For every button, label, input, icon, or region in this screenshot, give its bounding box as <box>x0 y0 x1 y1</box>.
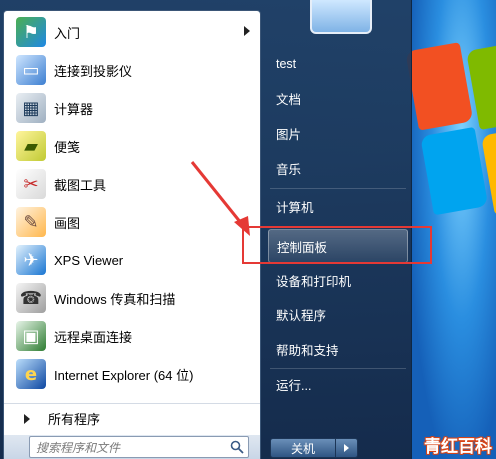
link-label: test <box>276 57 297 71</box>
search-input[interactable]: 搜索程序和文件 <box>29 436 249 458</box>
program-item-getting-started[interactable]: ⚑ 入门 <box>4 13 260 51</box>
program-item-calculator[interactable]: ▦ 计算器 <box>4 89 260 127</box>
program-label: 画图 <box>54 215 81 231</box>
getting-started-icon: ⚑ <box>16 17 46 47</box>
link-label: 默认程序 <box>276 308 327 323</box>
expand-arrow-icon <box>24 413 30 424</box>
link-label: 文档 <box>276 92 302 107</box>
link-user-folder[interactable]: test <box>268 47 408 81</box>
shutdown-label: 关机 <box>290 441 315 456</box>
program-label: 连接到投影仪 <box>54 63 133 79</box>
search-placeholder: 搜索程序和文件 <box>36 440 121 455</box>
user-picture[interactable] <box>310 0 372 34</box>
link-help-support[interactable]: 帮助和支持 <box>268 332 408 366</box>
program-label: 远程桌面连接 <box>54 329 133 345</box>
annotation-highlight-box <box>242 226 432 264</box>
link-run[interactable]: 运行... <box>268 367 408 401</box>
link-documents[interactable]: 文档 <box>268 81 408 115</box>
program-item-fax-scan[interactable]: ☎ Windows 传真和扫描 <box>4 279 260 317</box>
program-item-xps-viewer[interactable]: ✈ XPS Viewer <box>4 241 260 279</box>
program-label: 计算器 <box>54 101 94 117</box>
snipping-tool-icon: ✂ <box>16 169 46 199</box>
link-label: 计算机 <box>276 200 314 215</box>
internet-explorer-icon: e <box>16 359 46 389</box>
chevron-right-icon <box>344 444 349 452</box>
shutdown-control: 关机 <box>270 438 358 458</box>
all-programs-button[interactable]: 所有程序 <box>4 403 260 433</box>
sticky-notes-icon: ▰ <box>16 131 46 161</box>
link-default-programs[interactable]: 默认程序 <box>268 297 408 331</box>
link-devices-printers[interactable]: 设备和打印机 <box>268 263 408 297</box>
program-label: 截图工具 <box>54 177 107 193</box>
submenu-arrow-icon <box>244 26 250 36</box>
calculator-icon: ▦ <box>16 93 46 123</box>
link-label: 音乐 <box>276 162 302 177</box>
paint-icon: ✎ <box>16 207 46 237</box>
search-icon[interactable] <box>230 440 244 454</box>
program-label: 入门 <box>54 25 81 41</box>
link-music[interactable]: 音乐 <box>268 151 408 185</box>
link-label: 图片 <box>276 127 302 142</box>
remote-desktop-icon: ▣ <box>16 321 46 351</box>
shutdown-options-button[interactable] <box>336 438 358 458</box>
watermark: 青红百科 <box>424 437 492 457</box>
program-label: Internet Explorer (64 位) <box>54 367 194 383</box>
link-computer[interactable]: 计算机 <box>268 189 408 223</box>
link-label: 设备和打印机 <box>276 274 352 289</box>
program-item-projector[interactable]: ▭ 连接到投影仪 <box>4 51 260 89</box>
xps-viewer-icon: ✈ <box>16 245 46 275</box>
fax-scan-icon: ☎ <box>16 283 46 313</box>
link-label: 帮助和支持 <box>276 343 339 358</box>
link-pictures[interactable]: 图片 <box>268 116 408 150</box>
link-label: 运行... <box>276 378 312 393</box>
projector-icon: ▭ <box>16 55 46 85</box>
shutdown-button[interactable]: 关机 <box>270 438 336 458</box>
program-label: 便笺 <box>54 139 81 155</box>
program-label: XPS Viewer <box>54 252 124 268</box>
program-item-internet-explorer[interactable]: e Internet Explorer (64 位) <box>4 355 260 393</box>
all-programs-label: 所有程序 <box>48 412 101 427</box>
program-item-remote-desktop[interactable]: ▣ 远程桌面连接 <box>4 317 260 355</box>
program-label: Windows 传真和扫描 <box>54 291 176 307</box>
